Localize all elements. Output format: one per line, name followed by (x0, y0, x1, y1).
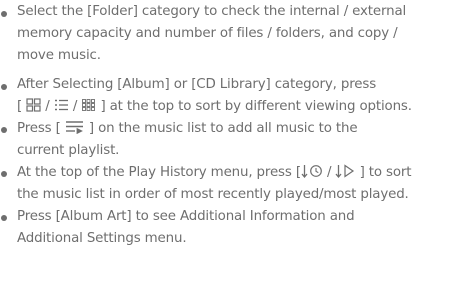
line-start-text: At the top of the Play History menu, pre… (17, 165, 301, 180)
text-line: Press [Album Art] to see Additional Info… (17, 209, 355, 224)
text-line-with-icons: Press [ ] on the music list to add all m… (17, 120, 358, 138)
icon-separator-text: / (68, 99, 82, 114)
bullet-dot (1, 171, 7, 177)
list-view-icon (54, 99, 68, 111)
manual-page: Select the [Folder] category to check th… (0, 0, 471, 289)
line-rest-text: ] to sort (355, 165, 412, 180)
album-grid-icon (26, 98, 41, 112)
line-rest-text: ] at the top to sort by different viewin… (96, 99, 412, 114)
bullet-dot (1, 11, 7, 17)
sort-recent-icon (301, 165, 322, 178)
icon-separator-text: / (322, 165, 336, 180)
text-line: move music. (17, 48, 101, 63)
bullet-dot (1, 127, 7, 133)
text-line: the music list in order of most recently… (17, 187, 409, 202)
icon-separator-text: / (41, 99, 54, 114)
line-rest-text: ] on the music list to add all music to … (84, 121, 358, 136)
text-line: current playlist. (17, 143, 120, 158)
bracket-open-text: [ (17, 99, 27, 114)
bullet-dot (1, 215, 7, 221)
small-grid-icon (82, 99, 96, 111)
sort-most-played-icon (335, 164, 355, 178)
text-line: After Selecting [Album] or [CD Library] … (17, 77, 377, 92)
text-line-with-icons: [ / / ] at the top to sort by different … (17, 98, 412, 116)
text-line: Additional Settings menu. (17, 231, 187, 246)
add-all-to-playlist-icon (65, 121, 83, 134)
text-line: Select the [Folder] category to check th… (17, 4, 407, 19)
line-start-text: Press [ (17, 121, 65, 136)
bullet-dot (1, 84, 7, 90)
text-line-with-icons: At the top of the Play History menu, pre… (17, 164, 411, 182)
text-line: memory capacity and number of files / fo… (17, 26, 398, 41)
